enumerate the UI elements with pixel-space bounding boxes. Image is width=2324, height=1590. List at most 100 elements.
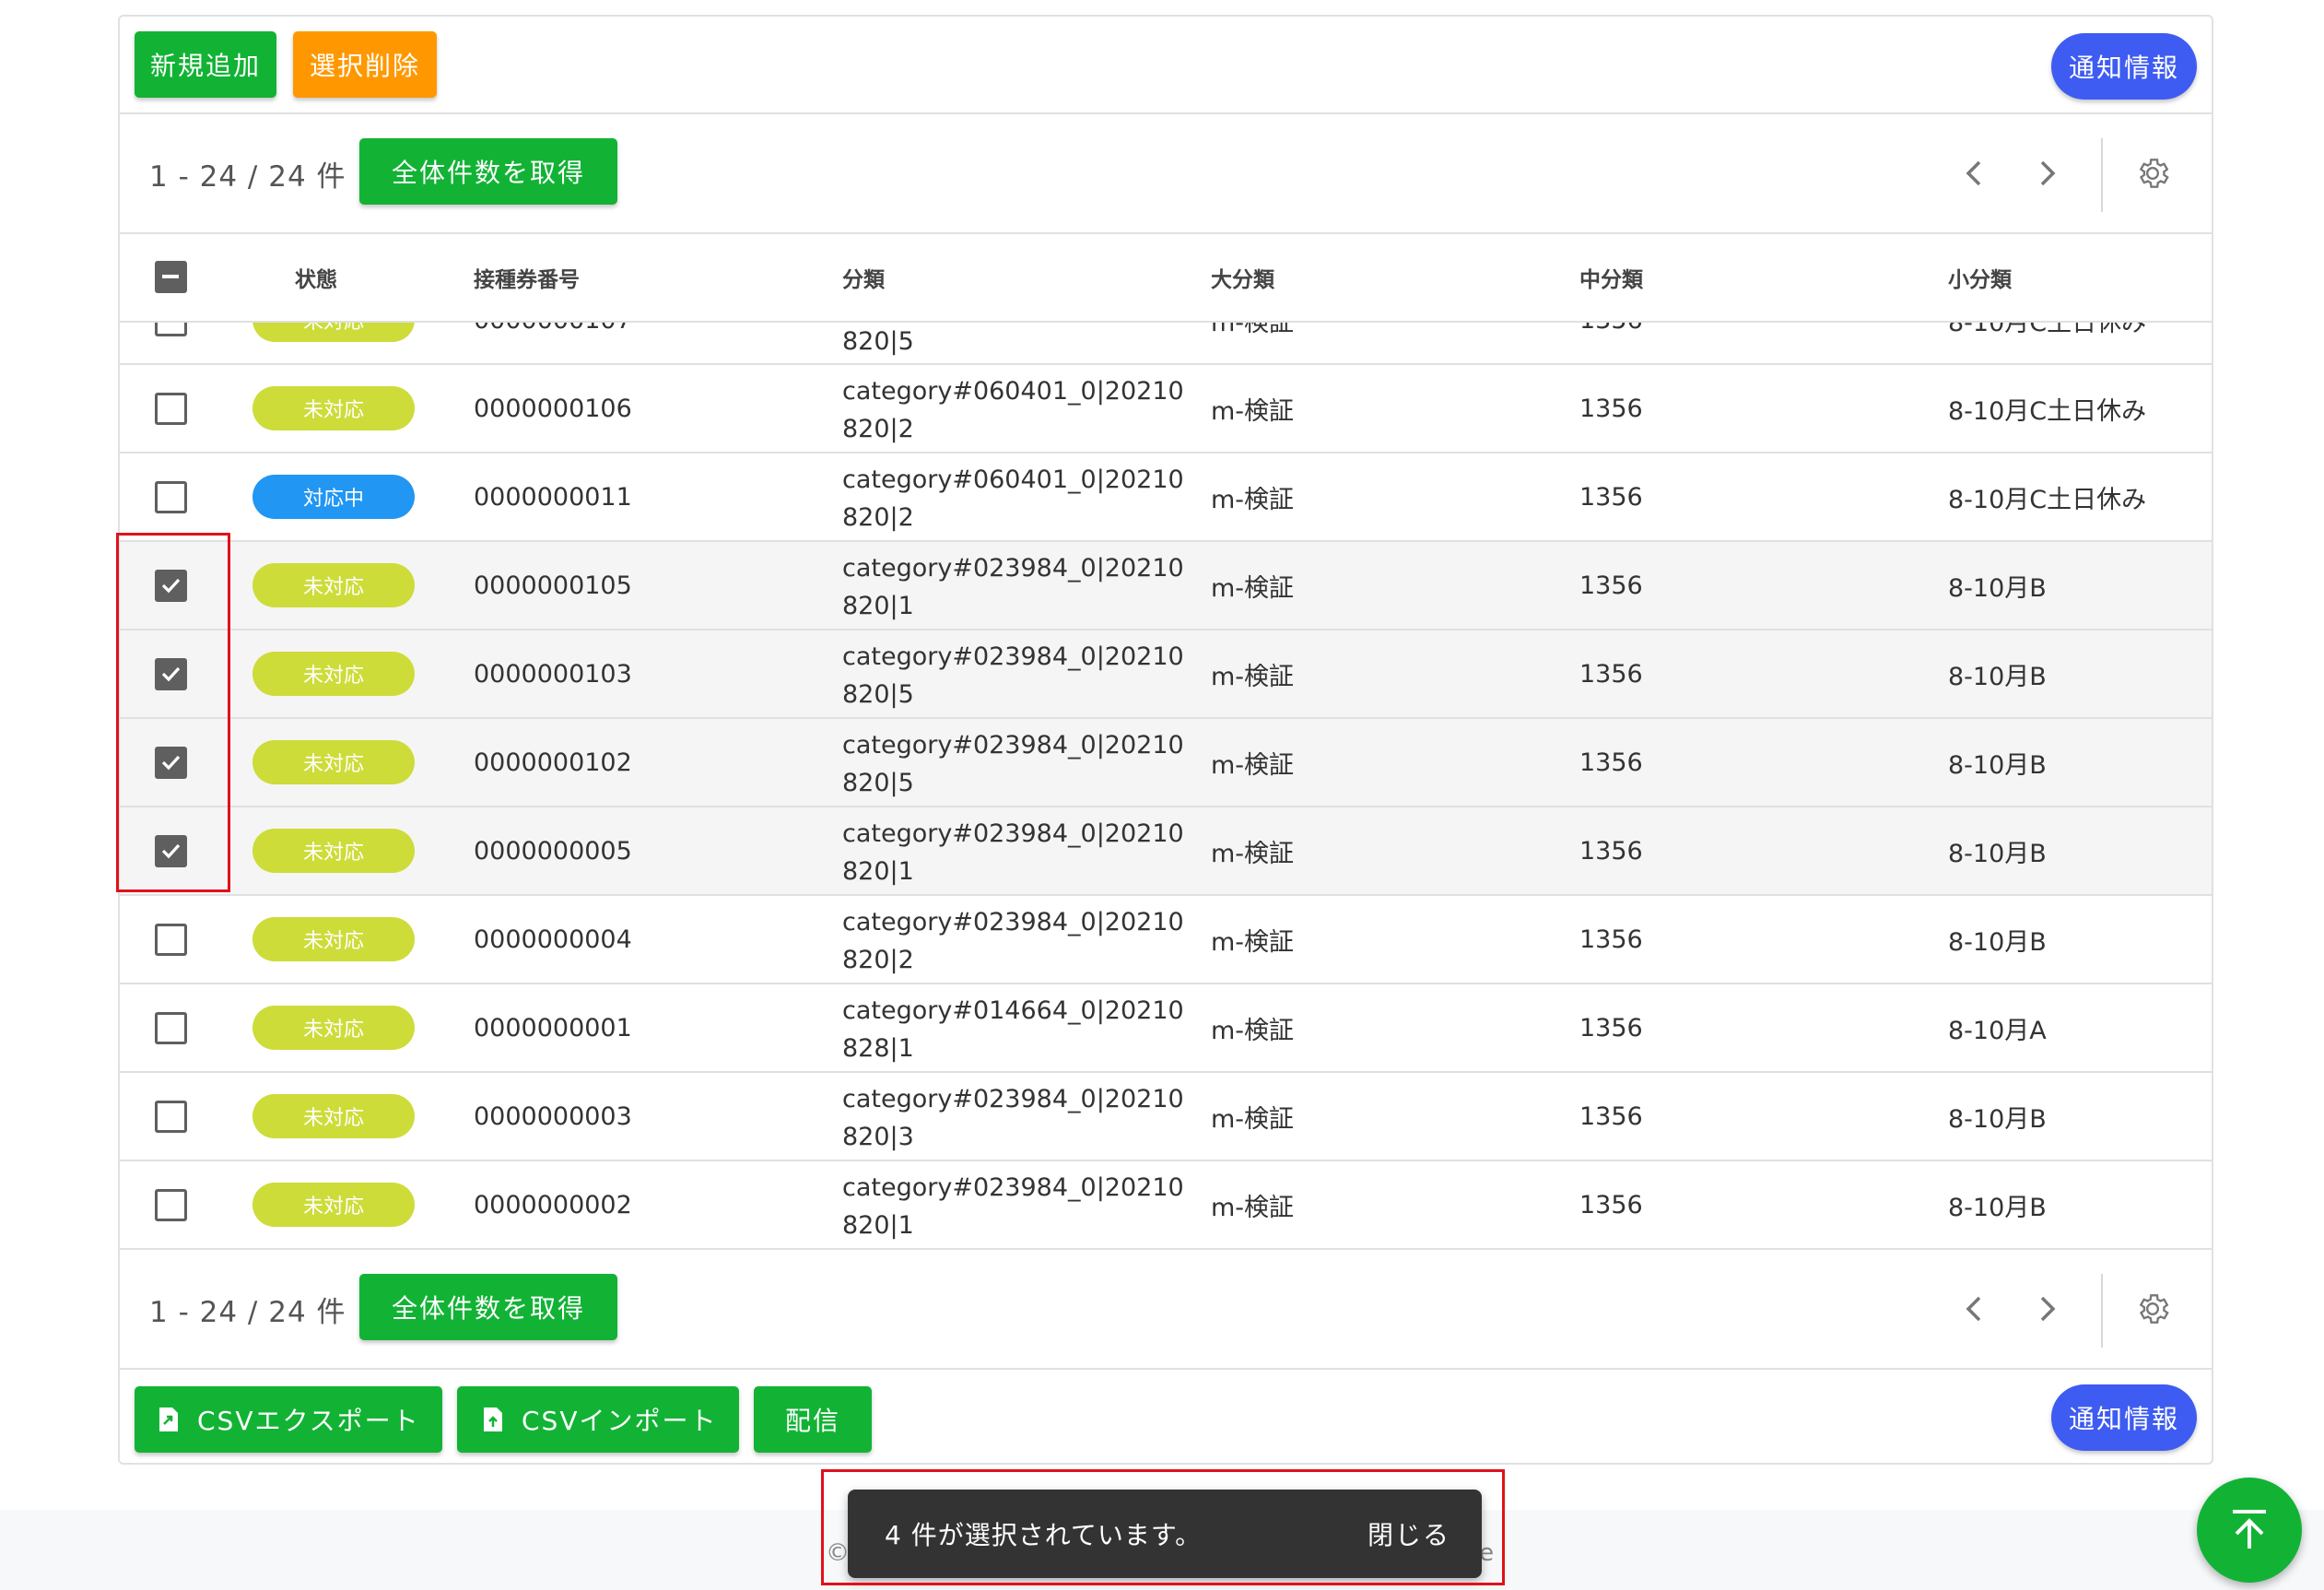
data-table-card: 新規追加 選択削除 通知情報 1 - 24 / 24 件 全体件数を取得 状態 … (118, 15, 2213, 1465)
divider (120, 1248, 2212, 1250)
status-badge: 未対応 (252, 563, 415, 607)
scroll-to-top-button[interactable] (2197, 1478, 2302, 1583)
gear-icon[interactable] (2134, 1290, 2171, 1327)
category: category#023984_0|20210820|3 (842, 1085, 1184, 1151)
middle-category: 1356 (1579, 836, 1643, 866)
minor-category: 8-10月C土日休み (1948, 396, 2147, 426)
snackbar-message: 4 件が選択されています。 (885, 1520, 1203, 1550)
middle-category: 1356 (1579, 323, 1643, 363)
column-header-major-category[interactable]: 大分類 (1211, 234, 1274, 321)
major-category: m-検証 (1211, 396, 1295, 426)
major-category: m-検証 (1211, 1016, 1295, 1045)
table-row[interactable]: 未対応 0000000003 category#023984_0|20210820|… (120, 1073, 2212, 1161)
minor-category: 8-10月B (1948, 839, 2047, 868)
csv-export-label: CSVエクスポート (197, 1406, 420, 1436)
middle-category: 1356 (1579, 1101, 1643, 1131)
row-checkbox[interactable] (155, 1189, 187, 1221)
middle-category: 1356 (1579, 925, 1643, 954)
chevron-right-icon[interactable] (2029, 155, 2066, 192)
fetch-total-count-button[interactable]: 全体件数を取得 (359, 138, 617, 205)
ticket-number: 0000000107 (474, 323, 632, 363)
check-icon (161, 843, 181, 859)
middle-category: 1356 (1579, 482, 1643, 512)
csv-import-button[interactable]: CSVインポート (457, 1386, 739, 1453)
row-checkbox[interactable] (155, 1012, 187, 1044)
row-checkbox[interactable] (155, 747, 187, 779)
table-row[interactable]: 未対応 0000000103 category#023984_0|20210820|… (120, 630, 2212, 719)
middle-category: 1356 (1579, 1013, 1643, 1042)
deliver-button[interactable]: 配信 (754, 1386, 872, 1453)
status-badge: 未対応 (252, 1183, 415, 1227)
status-badge: 未対応 (252, 1094, 415, 1138)
check-icon (161, 755, 181, 771)
divider (120, 1368, 2212, 1370)
table-row[interactable]: 未対応 0000000102 category#023984_0|20210820|… (120, 719, 2212, 807)
minor-category: 8-10月B (1948, 927, 2047, 957)
delete-selected-button[interactable]: 選択削除 (293, 31, 437, 98)
ticket-number: 0000000005 (474, 836, 632, 866)
row-checkbox[interactable] (155, 570, 187, 602)
fetch-total-count-button[interactable]: 全体件数を取得 (359, 1274, 617, 1340)
category: category#060401_0|20210820|2 (842, 465, 1184, 532)
row-checkbox[interactable] (155, 393, 187, 425)
ticket-number: 0000000011 (474, 482, 632, 512)
csv-export-button[interactable]: CSVエクスポート (135, 1386, 442, 1453)
ticket-number: 0000000105 (474, 571, 632, 600)
ticket-number: 0000000102 (474, 748, 632, 777)
major-category: m-検証 (1211, 750, 1295, 780)
status-badge: 未対応 (252, 323, 415, 342)
column-header-status[interactable]: 状態 (295, 234, 337, 321)
table-row[interactable]: 未対応 0000000002 category#023984_0|20210820|… (120, 1161, 2212, 1250)
middle-category: 1356 (1579, 1190, 1643, 1219)
category: category#060401_0|20210820|2 (842, 377, 1184, 443)
status-badge: 未対応 (252, 1006, 415, 1050)
minor-category: 8-10月B (1948, 662, 2047, 691)
category: category#023984_0|20210820|1 (842, 1173, 1184, 1240)
notification-info-button[interactable]: 通知情報 (2051, 1384, 2197, 1451)
category: category#023984_0|20210820|5 (842, 731, 1184, 797)
chevron-left-icon[interactable] (1955, 155, 1992, 192)
status-badge: 未対応 (252, 386, 415, 430)
divider (2101, 138, 2103, 212)
chevron-left-icon[interactable] (1955, 1290, 1992, 1327)
arrow-up-icon (2225, 1506, 2273, 1554)
gear-icon[interactable] (2134, 155, 2171, 192)
ticket-number: 0000000001 (474, 1013, 632, 1042)
minor-category: 8-10月B (1948, 1193, 2047, 1222)
column-header-minor-category[interactable]: 小分類 (1948, 234, 2012, 321)
snackbar-close-button[interactable]: 閉じる (1367, 1490, 1450, 1578)
footer-copyright: © (826, 1539, 850, 1567)
row-checkbox[interactable] (155, 481, 187, 513)
column-header-ticket-number[interactable]: 接種券番号 (474, 234, 580, 321)
table-row[interactable]: 未対応 0000000107 820|5 m-検証 1356 8-10月C土日休… (120, 323, 2212, 365)
selection-snackbar: 4 件が選択されています。 閉じる (848, 1490, 1482, 1578)
middle-category: 1356 (1579, 394, 1643, 423)
status-badge: 対応中 (252, 475, 415, 519)
add-new-button[interactable]: 新規追加 (135, 31, 276, 98)
row-checkbox[interactable] (155, 924, 187, 956)
minor-category: 8-10月C土日休み (1948, 485, 2147, 514)
row-checkbox[interactable] (155, 1101, 187, 1133)
table-row[interactable]: 未対応 0000000105 category#023984_0|20210820|… (120, 542, 2212, 630)
select-all-checkbox[interactable] (155, 261, 187, 293)
check-icon (161, 666, 181, 682)
ticket-number: 0000000003 (474, 1101, 632, 1131)
table-row[interactable]: 未対応 0000000005 category#023984_0|20210820|… (120, 807, 2212, 896)
notification-info-button[interactable]: 通知情報 (2051, 33, 2197, 100)
row-checkbox[interactable] (155, 323, 187, 336)
row-checkbox[interactable] (155, 835, 187, 867)
row-checkbox[interactable] (155, 658, 187, 690)
table-row[interactable]: 対応中 0000000011 category#060401_0|20210820|… (120, 453, 2212, 542)
table-row[interactable]: 未対応 0000000106 category#060401_0|20210820|… (120, 365, 2212, 453)
chevron-right-icon[interactable] (2029, 1290, 2066, 1327)
category: category#023984_0|20210820|1 (842, 819, 1184, 886)
major-category: m-検証 (1211, 1104, 1295, 1134)
minor-category: 8-10月B (1948, 573, 2047, 603)
table-row[interactable]: 未対応 0000000004 category#023984_0|20210820|… (120, 896, 2212, 984)
major-category: m-検証 (1211, 323, 1295, 337)
divider (2101, 1274, 2103, 1348)
column-header-category[interactable]: 分類 (842, 234, 885, 321)
column-header-middle-category[interactable]: 中分類 (1579, 234, 1643, 321)
status-badge: 未対応 (252, 917, 415, 961)
table-row[interactable]: 未対応 0000000001 category#014664_0|20210828|… (120, 984, 2212, 1073)
